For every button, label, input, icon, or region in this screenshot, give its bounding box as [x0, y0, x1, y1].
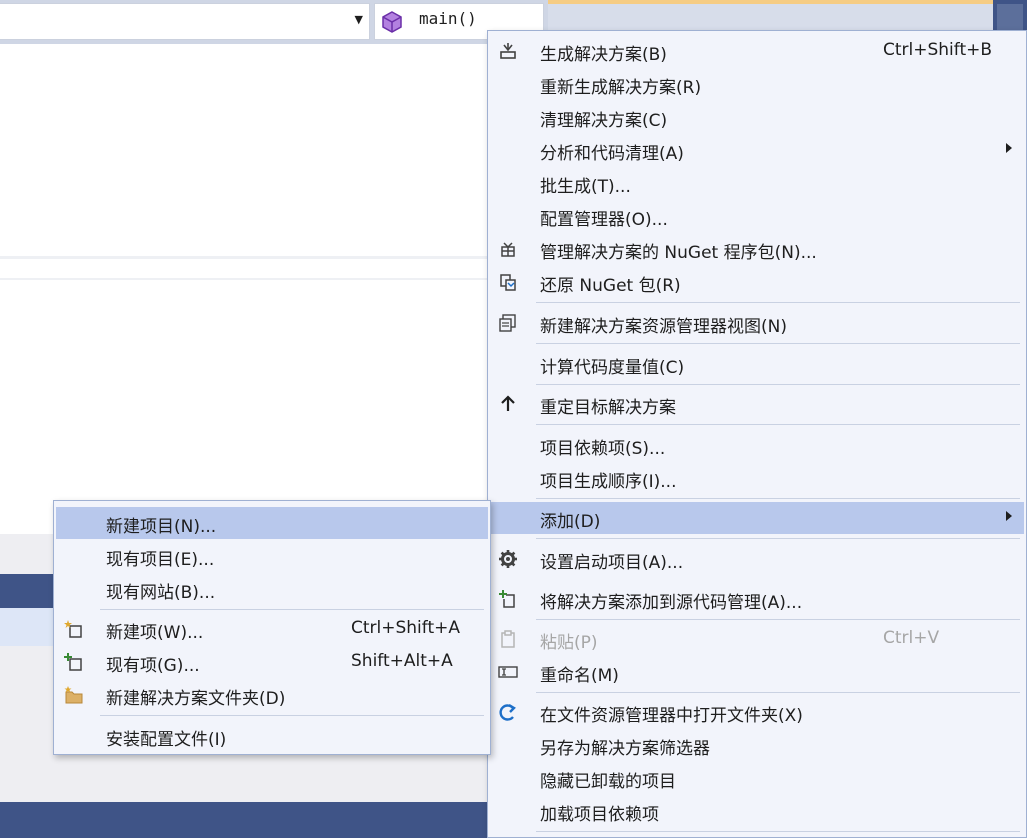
menu-item-label: 安装配置文件(I) [106, 730, 227, 750]
build-icon [500, 43, 516, 59]
menu-item-project-dependencies[interactable]: 项目依赖项(S)... [490, 429, 1024, 461]
menu-item-add[interactable]: 添加(D) [490, 502, 1024, 534]
menu-item-label: 管理解决方案的 NuGet 程序包(N)... [540, 243, 817, 263]
menu-item-clean-solution[interactable]: 清理解决方案(C) [490, 101, 1024, 133]
menu-item-analyze-code-cleanup[interactable]: 分析和代码清理(A) [490, 134, 1024, 166]
menu-item-code-metrics[interactable]: 计算代码度量值(C) [490, 348, 1024, 380]
submenu-item-existing-item[interactable]: 现有项(G)... Shift+Alt+A [56, 646, 488, 678]
submenu-item-new-solution-folder[interactable]: 新建解决方案文件夹(D) [56, 679, 488, 711]
menu-item-label: 还原 NuGet 包(R) [540, 276, 681, 296]
menu-item-label: 重命名(M) [540, 666, 619, 686]
menu-item-save-as-filter[interactable]: 另存为解决方案筛选器 [490, 729, 1024, 761]
menu-separator [536, 343, 1020, 344]
existing-item-icon [64, 653, 82, 671]
menu-item-new-explorer-view[interactable]: 新建解决方案资源管理器视图(N) [490, 307, 1024, 339]
editor-divider [0, 256, 490, 259]
menu-item-label: 配置管理器(O)... [540, 210, 668, 230]
open-folder-icon [499, 703, 516, 721]
menu-item-label: 计算代码度量值(C) [540, 358, 685, 378]
menu-item-label: 将解决方案添加到源代码管理(A)... [540, 593, 803, 613]
new-view-icon [499, 314, 516, 332]
gear-icon [499, 550, 517, 568]
menu-item-project-build-order[interactable]: 项目生成顺序(I)... [490, 462, 1024, 494]
menu-item-set-startup-projects[interactable]: 设置启动项目(A)... [490, 543, 1024, 575]
menu-item-restore-nuget[interactable]: 还原 NuGet 包(R) [490, 266, 1024, 298]
menu-separator [536, 692, 1020, 693]
menu-item-label: 设置启动项目(A)... [540, 553, 684, 573]
menu-separator [536, 831, 1020, 832]
menu-item-paste[interactable]: 粘贴(P) Ctrl+V [490, 623, 1024, 655]
menu-item-shortcut: Ctrl+Shift+A [351, 618, 461, 638]
submenu-item-new-item[interactable]: 新建项(W)... Ctrl+Shift+A [56, 613, 488, 645]
function-name: main() [419, 9, 477, 28]
menu-item-label: 添加(D) [540, 512, 601, 532]
menu-separator [536, 538, 1020, 539]
menu-item-rename[interactable]: 重命名(M) [490, 656, 1024, 688]
restore-icon [500, 274, 516, 291]
menu-item-label: 新建项目(N)... [106, 517, 217, 537]
menu-item-label: 项目生成顺序(I)... [540, 472, 677, 492]
menu-item-shortcut: Shift+Alt+A [351, 651, 453, 671]
submenu-item-existing-website[interactable]: 现有网站(B)... [56, 573, 488, 605]
menu-item-label: 重定目标解决方案 [540, 398, 676, 418]
menu-item-label: 现有项目(E)... [106, 550, 215, 570]
menu-item-label: 重新生成解决方案(R) [540, 78, 702, 98]
menu-item-label: 分析和代码清理(A) [540, 144, 684, 164]
menu-separator [536, 424, 1020, 425]
menu-separator [536, 384, 1020, 385]
add-submenu: 新建项目(N)... 现有项目(E)... 现有网站(B)... 新建项(W).… [53, 500, 491, 755]
menu-item-label: 现有网站(B)... [106, 583, 216, 603]
menu-item-load-project-dependencies[interactable]: 加载项目依赖项 [490, 795, 1024, 827]
menu-item-retarget-solution[interactable]: 重定目标解决方案 [490, 388, 1024, 420]
menu-item-label: 粘贴(P) [540, 633, 598, 653]
menu-item-configuration-manager[interactable]: 配置管理器(O)... [490, 200, 1024, 232]
submenu-arrow-icon [1006, 511, 1012, 521]
menu-item-hide-unloaded-projects[interactable]: 隐藏已卸载的项目 [490, 762, 1024, 794]
menu-separator [100, 609, 484, 610]
scope-dropdown[interactable]: ▼ [0, 3, 370, 40]
menu-item-open-in-file-explorer[interactable]: 在文件资源管理器中打开文件夹(X) [490, 696, 1024, 728]
rename-icon [498, 666, 518, 678]
menu-separator [536, 498, 1020, 499]
menu-item-label: 批生成(T)... [540, 177, 631, 197]
menu-separator [536, 302, 1020, 303]
paste-icon [501, 630, 515, 648]
editor-divider [0, 278, 490, 280]
menu-item-rebuild-solution[interactable]: 重新生成解决方案(R) [490, 68, 1024, 100]
menu-item-label: 新建项(W)... [106, 623, 204, 643]
submenu-item-existing-project[interactable]: 现有项目(E)... [56, 540, 488, 572]
new-item-icon [64, 620, 82, 638]
menu-item-manage-nuget[interactable]: 管理解决方案的 NuGet 程序包(N)... [490, 233, 1024, 265]
new-folder-icon [64, 686, 83, 704]
submenu-arrow-icon [1006, 143, 1012, 153]
source-control-add-icon [499, 590, 515, 608]
menu-item-build-solution[interactable]: 生成解决方案(B) Ctrl+Shift+B [490, 35, 1024, 67]
menu-item-label: 隐藏已卸载的项目 [540, 772, 676, 792]
menu-item-label: 项目依赖项(S)... [540, 439, 666, 459]
menu-item-label: 清理解决方案(C) [540, 111, 668, 131]
menu-item-label: 另存为解决方案筛选器 [540, 739, 710, 759]
menu-item-label: 在文件资源管理器中打开文件夹(X) [540, 706, 803, 726]
up-arrow-icon [501, 395, 515, 411]
menu-item-batch-build[interactable]: 批生成(T)... [490, 167, 1024, 199]
menu-separator [100, 715, 484, 716]
menu-item-label: 加载项目依赖项 [540, 805, 659, 825]
menu-item-label: 新建解决方案资源管理器视图(N) [540, 317, 787, 337]
submenu-item-install-profile[interactable]: 安装配置文件(I) [56, 720, 488, 752]
nuget-package-icon [501, 242, 515, 257]
submenu-item-new-project[interactable]: 新建项目(N)... [56, 507, 488, 539]
menu-item-shortcut: Ctrl+V [883, 628, 940, 648]
menu-item-label: 新建解决方案文件夹(D) [106, 689, 286, 709]
menu-item-label: 生成解决方案(B) [540, 45, 667, 65]
function-cube-icon [382, 11, 402, 33]
chevron-down-icon[interactable]: ▼ [355, 13, 363, 26]
menu-item-shortcut: Ctrl+Shift+B [883, 40, 993, 60]
menu-item-label: 现有项(G)... [106, 656, 200, 676]
solution-context-menu: 生成解决方案(B) Ctrl+Shift+B 重新生成解决方案(R) 清理解决方… [487, 30, 1027, 838]
menu-separator [536, 619, 1020, 620]
menu-item-add-to-source-control[interactable]: 将解决方案添加到源代码管理(A)... [490, 583, 1024, 615]
